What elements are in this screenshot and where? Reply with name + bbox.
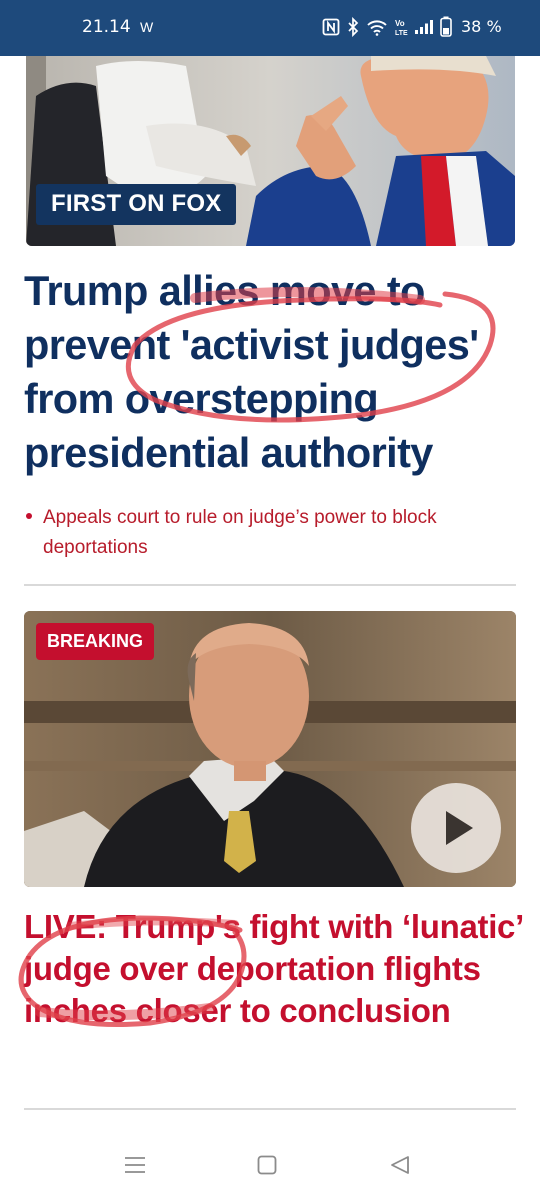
svg-text:Vo: Vo xyxy=(395,19,405,28)
story-1-related-text: Appeals court to rule on judge’s power t… xyxy=(43,507,437,558)
home-button[interactable] xyxy=(257,1155,277,1180)
back-button[interactable] xyxy=(390,1155,410,1180)
status-bar: 21.14 W Vo LTE 38 % xyxy=(0,0,540,56)
battery-percent: 38 % xyxy=(461,17,502,36)
status-time: 21.14 xyxy=(82,17,131,37)
volte-icon: Vo LTE xyxy=(395,19,408,37)
story-1-image[interactable]: FIRST ON FOX xyxy=(26,56,515,246)
bullet-icon xyxy=(26,513,32,519)
play-icon xyxy=(446,811,473,845)
wifi-icon xyxy=(367,20,387,36)
divider xyxy=(24,584,516,586)
recents-icon xyxy=(125,1157,145,1173)
divider xyxy=(24,1108,516,1110)
navigation-bar xyxy=(0,1130,540,1200)
svg-text:LTE: LTE xyxy=(395,30,408,37)
story-1-related-link[interactable]: Appeals court to rule on judge’s power t… xyxy=(26,503,506,563)
story-2-video-thumbnail[interactable]: BREAKING xyxy=(24,611,516,887)
nfc-icon xyxy=(322,18,340,35)
carrier-icon: W xyxy=(140,19,154,35)
first-on-fox-tag: FIRST ON FOX xyxy=(36,184,237,225)
story-1-headline[interactable]: Trump allies move to prevent 'activist j… xyxy=(24,264,524,480)
back-icon xyxy=(391,1156,409,1174)
home-icon xyxy=(257,1155,277,1175)
battery-icon xyxy=(440,16,452,37)
signal-icon xyxy=(415,19,433,34)
bluetooth-icon xyxy=(348,16,359,37)
story-2-headline[interactable]: LIVE: Trump's fight with ‘lunatic’ judge… xyxy=(24,906,524,1032)
play-button[interactable] xyxy=(411,783,501,873)
recents-button[interactable] xyxy=(124,1155,146,1180)
status-icons: Vo LTE xyxy=(322,16,452,37)
breaking-tag: BREAKING xyxy=(36,623,155,660)
